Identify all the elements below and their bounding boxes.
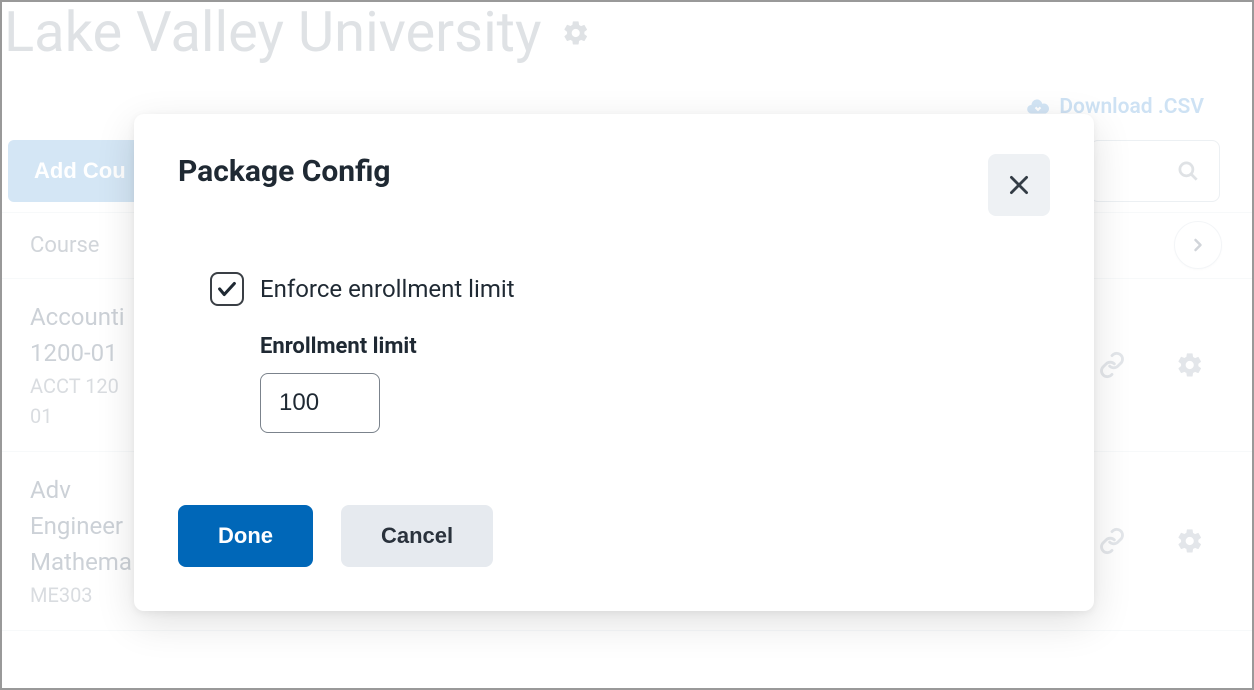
done-button[interactable]: Done (178, 505, 313, 567)
enrollment-limit-input[interactable] (260, 373, 380, 433)
close-button[interactable] (988, 154, 1050, 216)
modal-title: Package Config (178, 154, 391, 189)
check-icon (216, 278, 238, 300)
package-config-modal: Package Config Enforce enrollment limit … (134, 114, 1094, 611)
cancel-button[interactable]: Cancel (341, 505, 493, 567)
enforce-limit-checkbox[interactable] (210, 272, 244, 306)
close-icon (1006, 172, 1032, 198)
enrollment-limit-label: Enrollment limit (260, 334, 1050, 359)
enforce-limit-label: Enforce enrollment limit (260, 275, 515, 303)
